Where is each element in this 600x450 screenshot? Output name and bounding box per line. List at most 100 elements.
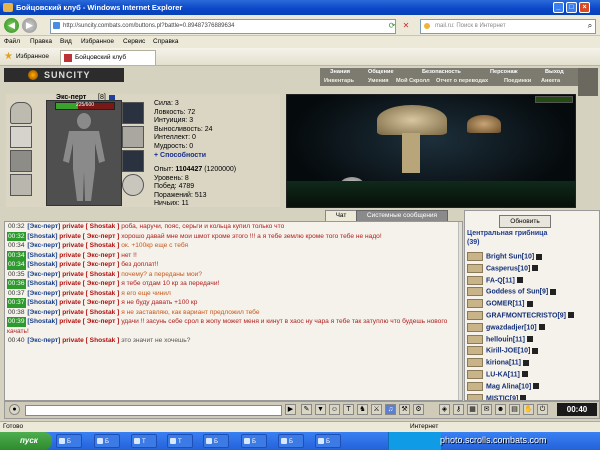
nav-inventory[interactable]: Инвентарь <box>324 78 354 84</box>
player-row[interactable]: FA-Q[11] <box>467 275 597 288</box>
chat-time[interactable]: 00:38 <box>7 308 26 318</box>
chat-sender[interactable]: [Экс-перт] <box>27 309 60 316</box>
armor-slot[interactable] <box>10 174 32 196</box>
bag-icon[interactable]: ◈ <box>439 404 450 415</box>
start-button[interactable]: пуск <box>0 432 52 450</box>
address-field[interactable]: http://suncity.combats.com/buttons.pl?ba… <box>50 19 396 34</box>
chat-recipient[interactable]: private [ Экс-перт ] <box>59 252 119 259</box>
close-button[interactable]: × <box>579 2 590 13</box>
taskbar-task-button[interactable]: Т <box>131 434 157 448</box>
chat-recipient[interactable]: private [ Экс-перт ] <box>59 318 119 325</box>
taskbar-task-button[interactable]: Б <box>241 434 267 448</box>
menu-edit[interactable]: Правка <box>30 38 52 45</box>
menu-favorites[interactable]: Избранное <box>81 38 114 45</box>
smiles-icon[interactable]: ☺ <box>329 404 340 415</box>
nav-exit[interactable]: Выход <box>545 69 564 75</box>
people-icon[interactable]: ☻ <box>495 404 506 415</box>
search-go-icon[interactable]: ⌕ <box>584 19 596 32</box>
key-icon[interactable]: ⚷ <box>453 404 464 415</box>
chat-recipient[interactable]: private [ Экс-перт ] <box>59 280 119 287</box>
player-name[interactable]: gwazdadjer <box>486 324 524 331</box>
chat-recipient[interactable]: private [ Shostak ] <box>62 223 119 230</box>
tools-icon[interactable]: ⚒ <box>399 404 410 415</box>
weapon-slot[interactable] <box>10 150 32 172</box>
favorites-star-icon[interactable]: ★ <box>3 51 14 62</box>
player-info-icon[interactable] <box>568 312 574 319</box>
nav-security[interactable]: Безопасность <box>422 69 461 75</box>
abilities-link[interactable]: + Способности <box>154 152 213 161</box>
ring-slot-1[interactable] <box>122 102 144 124</box>
walk-icon[interactable]: ♞ <box>357 404 368 415</box>
chat-sender[interactable]: [Shostak] <box>27 299 57 306</box>
map-icon[interactable]: ▦ <box>467 404 478 415</box>
player-name[interactable]: GRAFMONTECRISTO <box>486 312 557 319</box>
chat-time[interactable]: 00:34 <box>7 241 26 251</box>
player-row[interactable]: Kirill-JOE[10] <box>467 346 597 358</box>
player-row[interactable]: kiriona[11] <box>467 358 597 370</box>
shield-slot[interactable] <box>122 174 144 196</box>
forward-button[interactable]: ▶ <box>22 18 37 33</box>
player-info-icon[interactable] <box>532 265 539 272</box>
menu-tools[interactable]: Сервис <box>123 38 145 45</box>
chat-sender[interactable]: [Экс-перт] <box>27 242 60 249</box>
chat-time[interactable]: 00:34 <box>7 250 26 260</box>
clear-icon[interactable]: ✎ <box>301 404 312 415</box>
chat-recipient[interactable]: private [ Shostak ] <box>62 242 119 249</box>
chat-sender[interactable]: [Экс-перт] <box>27 271 60 278</box>
bracers-slot[interactable] <box>10 126 32 148</box>
player-row[interactable]: GOMER[11] <box>467 299 597 311</box>
stop-icon[interactable]: ✕ <box>400 19 412 32</box>
player-name[interactable]: kiriona <box>486 360 509 367</box>
chat-recipient[interactable]: private [ Экс-перт ] <box>59 299 119 306</box>
translit-icon[interactable]: T <box>343 404 354 415</box>
stop-chat-icon[interactable]: ✋ <box>523 404 534 415</box>
scroll-icon[interactable]: ▤ <box>509 404 520 415</box>
player-name[interactable]: Kirill-JOE <box>486 348 518 355</box>
tab-chat[interactable]: Чат <box>325 210 357 221</box>
player-name[interactable]: GOMER <box>486 301 512 308</box>
chat-time[interactable]: 00:32 <box>7 231 26 241</box>
taskbar-task-button[interactable]: Т <box>167 434 193 448</box>
favorites-label[interactable]: Избранное <box>16 53 49 60</box>
back-button[interactable]: ◀ <box>4 18 19 33</box>
ring-slot-3[interactable] <box>122 150 144 172</box>
nav-character[interactable]: Персонаж <box>490 69 518 75</box>
player-row[interactable]: Casperus[10] <box>467 263 597 276</box>
nav-profile[interactable]: Анкета <box>541 78 560 84</box>
menu-help[interactable]: Справка <box>153 38 179 45</box>
nav-my-scroll[interactable]: Мой Скролл <box>396 78 430 84</box>
chat-options-icon[interactable]: ● <box>9 404 20 415</box>
player-row[interactable]: LU-KA[11] <box>467 369 597 382</box>
chat-time[interactable]: 00:32 <box>7 222 26 232</box>
chat-sender[interactable]: [Экс-перт] <box>27 337 60 344</box>
character-avatar[interactable]: 225/600 <box>46 100 122 206</box>
menu-file[interactable]: Файл <box>4 38 20 45</box>
player-name[interactable]: Goddess of Sun <box>486 289 540 296</box>
chat-time[interactable]: 00:40 <box>7 336 26 346</box>
player-info-icon[interactable] <box>536 253 543 260</box>
chat-sender[interactable]: [Shostak] <box>27 261 57 268</box>
chat-sender[interactable]: [Экс-перт] <box>27 290 60 297</box>
player-info-icon[interactable] <box>526 336 533 343</box>
player-row[interactable]: helloui̇n[11] <box>467 334 597 347</box>
chat-recipient[interactable]: private [ Shostak ] <box>62 290 119 297</box>
chat-recipient[interactable]: private [ Shostak ] <box>62 271 119 278</box>
player-name[interactable]: Casperus <box>486 265 518 272</box>
player-name[interactable]: helloui̇n <box>486 336 513 343</box>
player-row[interactable]: Bright Sun[10] <box>467 252 597 264</box>
player-info-icon[interactable] <box>533 383 540 390</box>
filter-icon[interactable]: ▼ <box>315 404 326 415</box>
search-input[interactable]: mail.ru: Поиск в Интернет <box>420 19 596 34</box>
chat-recipient[interactable]: private [ Shostak ] <box>62 309 119 316</box>
helmet-slot[interactable] <box>10 102 32 124</box>
taskbar-task-button[interactable]: Б <box>56 434 82 448</box>
chat-recipient[interactable]: private [ Экс-перт ] <box>59 233 119 240</box>
ring-slot-2[interactable] <box>122 126 144 148</box>
chat-sender[interactable]: [Экс-перт] <box>27 223 60 230</box>
chat-sender[interactable]: [Shostak] <box>27 252 57 259</box>
player-info-icon[interactable] <box>521 371 528 378</box>
player-row[interactable]: GRAFMONTECRISTO[9] <box>467 310 597 323</box>
nav-skills[interactable]: Умения <box>368 78 389 84</box>
chat-recipient[interactable]: private [ Экс-перт ] <box>59 261 119 268</box>
player-name[interactable]: Bright Sun <box>486 253 522 260</box>
